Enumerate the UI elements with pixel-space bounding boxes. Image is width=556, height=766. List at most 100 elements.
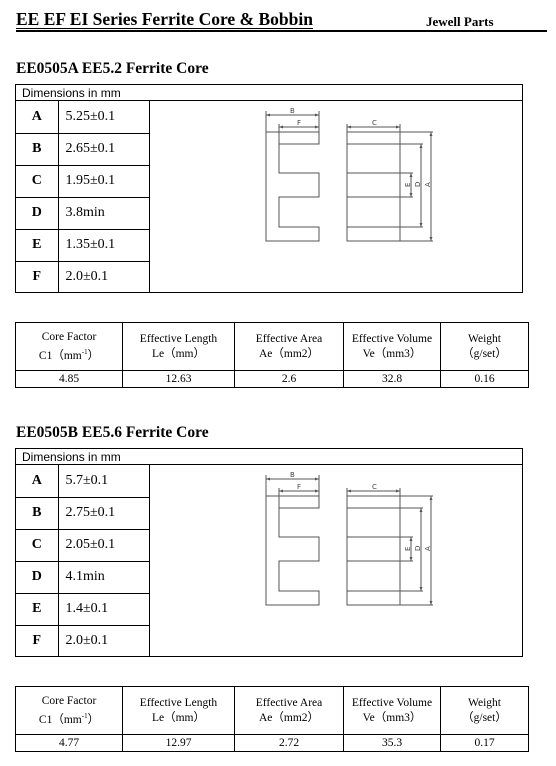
dimensions-box: Dimensions in mm A 5.7±0.1 B 2.75±0.1 C 2.05±… xyxy=(15,448,523,657)
diagram-label-f: F xyxy=(297,483,301,491)
dimension-row: A 5.7±0.1 xyxy=(16,465,150,498)
dimension-key: B xyxy=(16,497,59,530)
dimensions-box: Dimensions in mm A 5.25±0.1 B 2.65±0.1 C 1.95… xyxy=(15,84,523,293)
dimension-value: 1.35±0.1 xyxy=(58,229,150,262)
dimension-value: 2.65±0.1 xyxy=(58,133,150,166)
unit-exponent: -1 xyxy=(81,711,88,720)
dimension-value: 4.1min xyxy=(58,561,150,594)
dimensions-table: A 5.25±0.1 B 2.65±0.1 C 1.95±0.1 D 3.8min E 1.35±… xyxy=(16,101,150,293)
dimension-value: 2.75±0.1 xyxy=(58,497,150,530)
dimension-row: B 2.75±0.1 xyxy=(16,497,150,530)
core-diagram: B F C E D A xyxy=(265,107,433,242)
parameters-table: Core Factor C1（mm-1） Effective Length Le（mm… xyxy=(15,686,529,752)
dimension-key: C xyxy=(16,165,59,198)
diagram-label-d: D xyxy=(414,182,422,187)
parameter-value: 4.85 xyxy=(15,370,123,388)
dimension-key: E xyxy=(16,593,59,626)
parameters-values-row: 4.77 12.97 2.72 35.3 0.17 xyxy=(15,734,529,752)
brand-name: Jewell Parts xyxy=(426,14,494,29)
diagram-label-a: A xyxy=(424,546,432,551)
diagram-label-b: B xyxy=(290,471,295,479)
parameter-header: Weight （g/set） xyxy=(440,322,529,371)
parameter-header: Effective Area Ae（mm2） xyxy=(234,686,344,735)
parameter-unit: （g/set） xyxy=(462,711,507,724)
dimension-value: 2.0±0.1 xyxy=(58,261,150,293)
parameter-value: 4.77 xyxy=(15,734,123,752)
parameter-value: 12.97 xyxy=(122,734,235,752)
diagram-label-c: C xyxy=(372,119,377,127)
parameter-value: 12.63 xyxy=(122,370,235,388)
dimensions-header: Dimensions in mm xyxy=(16,449,522,465)
dimension-row: B 2.65±0.1 xyxy=(16,133,150,166)
dimension-row: D 3.8min xyxy=(16,197,150,230)
parameters-values-row: 4.85 12.63 2.6 32.8 0.16 xyxy=(15,370,529,388)
dimensions-table: A 5.7±0.1 B 2.75±0.1 C 2.05±0.1 D 4.1min E 1.4±0.… xyxy=(16,465,150,657)
title-underline xyxy=(16,30,547,32)
dimension-value: 2.0±0.1 xyxy=(58,625,150,657)
parameter-name: Weight xyxy=(468,332,501,345)
parameter-unit: Le（mm） xyxy=(151,347,206,360)
diagram-label-f: F xyxy=(297,119,301,127)
parameter-value: 0.16 xyxy=(440,370,529,388)
parameter-header: Effective Area Ae（mm2） xyxy=(234,322,344,371)
unit-exponent: -1 xyxy=(81,347,88,356)
parameter-header: Effective Volume Ve（mm3） xyxy=(343,322,441,371)
parameter-name: Effective Volume xyxy=(351,332,433,345)
diagram-label-e: E xyxy=(404,183,412,187)
e-core-side-view xyxy=(265,495,320,606)
parameter-header: Effective Length Le（mm） xyxy=(122,686,235,735)
dimension-value: 3.8min xyxy=(58,197,150,230)
dimension-value: 5.7±0.1 xyxy=(58,465,150,498)
parameter-name: Effective Length xyxy=(139,696,218,709)
e-core-side-view xyxy=(265,131,320,242)
dimension-value: 1.4±0.1 xyxy=(58,593,150,626)
parameter-header: Core Factor C1（mm-1） xyxy=(15,322,123,371)
section-title: EE0505B EE5.6 Ferrite Core xyxy=(16,424,209,441)
dimension-key: D xyxy=(16,561,59,594)
diagram-label-e: E xyxy=(404,547,412,551)
dimension-row: C 2.05±0.1 xyxy=(16,529,150,562)
parameter-unit: Le（mm） xyxy=(151,711,206,724)
core-diagram: B F C E D A xyxy=(265,471,433,606)
parameter-name: Core Factor xyxy=(41,694,97,707)
dimension-value: 1.95±0.1 xyxy=(58,165,150,198)
dimension-value: 5.25±0.1 xyxy=(58,101,150,134)
parameter-name: Effective Length xyxy=(139,332,218,345)
dimension-key: A xyxy=(16,465,59,498)
parameter-name: Effective Volume xyxy=(351,696,433,709)
dimension-key: B xyxy=(16,133,59,166)
parameter-name: Effective Area xyxy=(255,696,323,709)
diagram-label-a: A xyxy=(424,182,432,187)
parameter-unit: C1（mm-1） xyxy=(38,711,100,726)
parameter-value: 2.6 xyxy=(234,370,344,388)
dimensions-header: Dimensions in mm xyxy=(16,85,522,101)
e-core-front-view xyxy=(346,131,401,242)
parameter-unit: Ae（mm2） xyxy=(258,347,320,360)
parameter-header: Weight （g/set） xyxy=(440,686,529,735)
section-title: EE0505A EE5.2 Ferrite Core xyxy=(16,60,209,77)
parameter-unit: Ae（mm2） xyxy=(258,711,320,724)
diagram-label-b: B xyxy=(290,107,295,115)
dimension-row: D 4.1min xyxy=(16,561,150,594)
dimension-row: E 1.35±0.1 xyxy=(16,229,150,262)
dimension-key: F xyxy=(16,261,59,293)
parameters-table: Core Factor C1（mm-1） Effective Length Le（mm… xyxy=(15,322,529,388)
parameter-value: 2.72 xyxy=(234,734,344,752)
parameter-value: 32.8 xyxy=(343,370,441,388)
parameters-header-row: Core Factor C1（mm-1） Effective Length Le（mm… xyxy=(15,322,529,371)
parameter-unit: Ve（mm3） xyxy=(362,347,422,360)
parameter-value: 35.3 xyxy=(343,734,441,752)
dimension-row: F 2.0±0.1 xyxy=(16,261,150,293)
dimension-row: E 1.4±0.1 xyxy=(16,593,150,626)
page-title: EE EF EI Series Ferrite Core & Bobbin xyxy=(16,9,313,29)
dimension-value: 2.05±0.1 xyxy=(58,529,150,562)
parameter-unit: （g/set） xyxy=(462,347,507,360)
dimension-key: D xyxy=(16,197,59,230)
parameter-header: Effective Length Le（mm） xyxy=(122,322,235,371)
dimension-row: C 1.95±0.1 xyxy=(16,165,150,198)
diagram-label-c: C xyxy=(372,483,377,491)
parameter-name: Core Factor xyxy=(41,330,97,343)
dimension-key: A xyxy=(16,101,59,134)
dimension-key: E xyxy=(16,229,59,262)
dimension-key: C xyxy=(16,529,59,562)
